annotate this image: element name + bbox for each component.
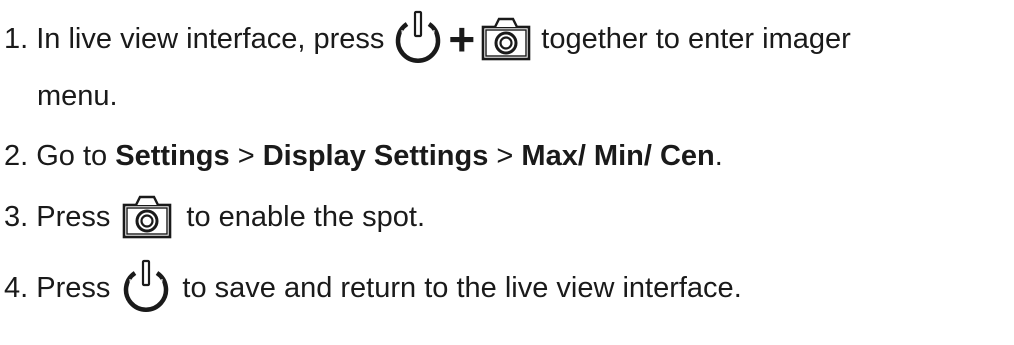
step-text: In live view interface, press <box>36 22 385 55</box>
power-icon <box>124 259 169 312</box>
camera-icon <box>123 195 172 239</box>
power-icon <box>396 10 441 63</box>
camera-icon <box>481 17 531 61</box>
separator: > <box>496 140 514 172</box>
step-number: 3. <box>4 200 29 233</box>
menu-settings: Settings <box>115 140 230 172</box>
step-number: 1. <box>4 22 29 55</box>
period: . <box>714 140 723 172</box>
menu-max-min-cen: Max/ Min/ Cen <box>521 140 715 172</box>
menu-display-settings: Display Settings <box>262 140 489 172</box>
step-4: 4. Press to save and return to the live … <box>4 259 742 317</box>
step-text-continued: to save and return to the live view inte… <box>182 271 742 304</box>
step-3: 3. Press to enable the spot. <box>4 195 425 239</box>
step-text: Press <box>36 200 111 233</box>
step-text-continued: together to enter imager <box>541 22 851 55</box>
step-1-continuation: menu. <box>37 82 118 111</box>
step-text: Go to <box>36 140 108 172</box>
separator: > <box>237 140 255 172</box>
step-number: 4. <box>4 271 29 304</box>
plus-sign: + <box>448 13 476 65</box>
step-text-continued: to enable the spot. <box>186 200 426 233</box>
step-2: 2. Go to Settings > Display Settings > M… <box>4 142 723 171</box>
step-text: Press <box>36 271 111 304</box>
step-1: 1. In live view interface, press + toget… <box>4 10 851 68</box>
step-text: menu. <box>37 80 118 112</box>
step-number: 2. <box>4 140 29 172</box>
